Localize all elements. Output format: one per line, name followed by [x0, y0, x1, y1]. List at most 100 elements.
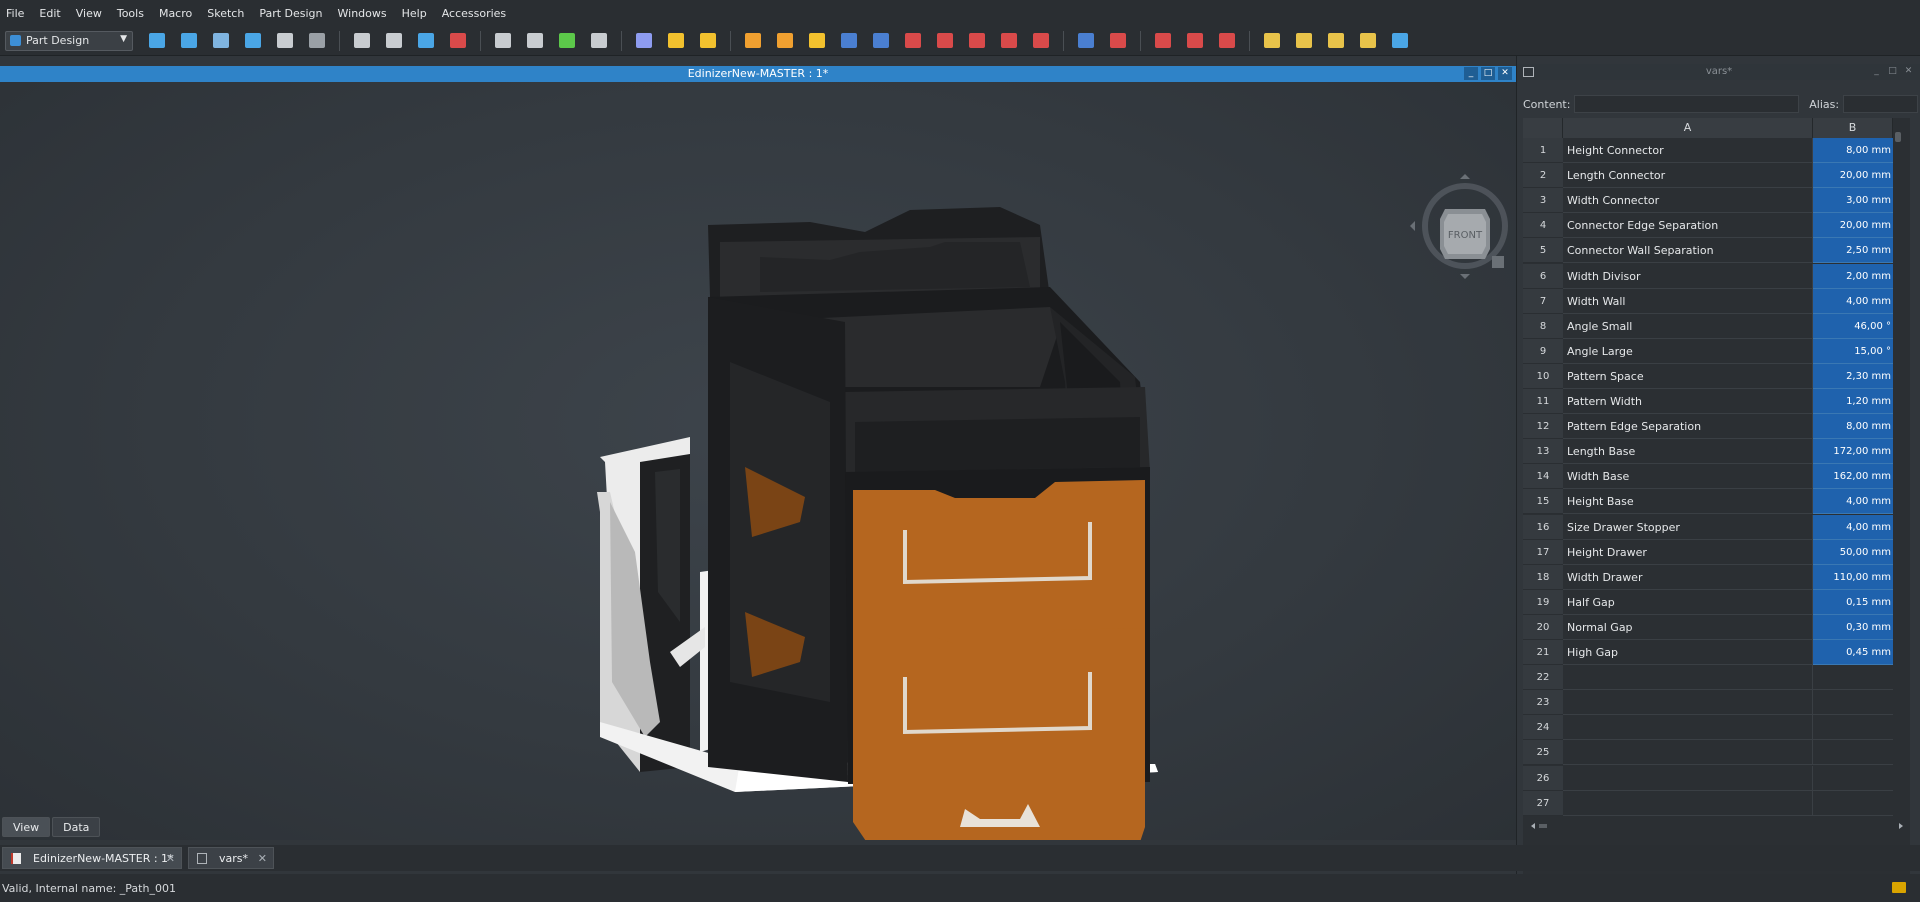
cell-b[interactable]: 2,30 mm — [1813, 363, 1893, 389]
cell-a[interactable]: Pattern Edge Separation — [1563, 414, 1813, 440]
row-header[interactable]: 4 — [1523, 213, 1563, 239]
cell-a[interactable]: Size Drawer Stopper — [1563, 514, 1813, 540]
toolbar-button-2[interactable] — [178, 30, 200, 52]
corner-header[interactable] — [1523, 118, 1563, 138]
toolbar-button-13[interactable] — [556, 30, 578, 52]
toolbar-button-24[interactable] — [934, 30, 956, 52]
cell-a[interactable]: Height Connector — [1563, 138, 1813, 163]
row-header[interactable]: 16 — [1523, 514, 1563, 540]
doc-tab-master[interactable]: EdinizerNew-MASTER : 1* ✕ — [2, 847, 182, 869]
row-header[interactable]: 18 — [1523, 564, 1563, 590]
horizontal-scrollbar[interactable] — [1527, 821, 1907, 831]
minimize-button[interactable]: _ — [1464, 67, 1478, 80]
toolbar-button-27[interactable] — [1030, 30, 1052, 52]
maximize-button[interactable]: □ — [1886, 65, 1899, 78]
menu-view[interactable]: View — [76, 7, 102, 20]
alias-input[interactable] — [1843, 95, 1918, 113]
row-header[interactable]: 14 — [1523, 464, 1563, 490]
cell-b[interactable]: 0,45 mm — [1813, 640, 1893, 665]
cell-b[interactable]: 2,50 mm — [1813, 238, 1893, 264]
cell-a[interactable] — [1563, 790, 1813, 816]
cell-a[interactable]: Normal Gap — [1563, 614, 1813, 640]
column-header-b[interactable]: B — [1813, 118, 1893, 138]
row-header[interactable]: 12 — [1523, 414, 1563, 440]
toolbar-button-20[interactable] — [806, 30, 828, 52]
row-header[interactable]: 24 — [1523, 715, 1563, 741]
cell-b[interactable]: 0,30 mm — [1813, 614, 1893, 640]
cell-b[interactable]: 20,00 mm — [1813, 213, 1893, 239]
toolbar-button-1[interactable] — [146, 30, 168, 52]
toolbar-button-35[interactable] — [1325, 30, 1347, 52]
toolbar-button-8[interactable] — [383, 30, 405, 52]
row-header[interactable]: 19 — [1523, 589, 1563, 615]
column-header-a[interactable]: A — [1563, 118, 1813, 138]
menu-file[interactable]: File — [6, 7, 24, 20]
cell-a[interactable] — [1563, 665, 1813, 691]
tab-view[interactable]: View — [2, 817, 51, 837]
row-header[interactable]: 1 — [1523, 138, 1563, 163]
cell-a[interactable]: Height Drawer — [1563, 539, 1813, 565]
row-header[interactable]: 11 — [1523, 389, 1563, 414]
cell-b[interactable]: 8,00 mm — [1813, 138, 1893, 163]
cell-b[interactable] — [1813, 665, 1893, 691]
row-header[interactable]: 21 — [1523, 640, 1563, 665]
toolbar-button-18[interactable] — [742, 30, 764, 52]
cell-a[interactable]: Pattern Space — [1563, 363, 1813, 389]
menu-help[interactable]: Help — [402, 7, 427, 20]
cell-a[interactable]: Width Connector — [1563, 188, 1813, 214]
toolbar-button-6[interactable] — [306, 30, 328, 52]
toolbar-button-14[interactable] — [588, 30, 610, 52]
toolbar-button-16[interactable] — [665, 30, 687, 52]
tab-data[interactable]: Data — [52, 817, 101, 837]
vertical-scrollbar[interactable] — [1893, 118, 1903, 818]
toolbar-button-31[interactable] — [1184, 30, 1206, 52]
cell-a[interactable]: Length Base — [1563, 439, 1813, 465]
toolbar-button-3[interactable] — [210, 30, 232, 52]
cell-b[interactable]: 162,00 mm — [1813, 464, 1893, 490]
cell-b[interactable] — [1813, 740, 1893, 766]
toolbar-button-15[interactable] — [633, 30, 655, 52]
cell-b[interactable]: 4,00 mm — [1813, 288, 1893, 314]
cell-a[interactable]: Length Connector — [1563, 163, 1813, 189]
toolbar-button-37[interactable] — [1389, 30, 1411, 52]
toolbar-button-32[interactable] — [1216, 30, 1238, 52]
menu-tools[interactable]: Tools — [117, 7, 144, 20]
row-header[interactable]: 6 — [1523, 263, 1563, 289]
cell-a[interactable] — [1563, 765, 1813, 791]
row-header[interactable]: 26 — [1523, 765, 1563, 791]
cell-a[interactable]: Pattern Width — [1563, 389, 1813, 414]
row-header[interactable]: 2 — [1523, 163, 1563, 189]
toolbar-button-34[interactable] — [1293, 30, 1315, 52]
cell-b[interactable]: 3,00 mm — [1813, 188, 1893, 214]
row-header[interactable]: 17 — [1523, 539, 1563, 565]
cell-a[interactable]: Half Gap — [1563, 589, 1813, 615]
menu-windows[interactable]: Windows — [338, 7, 387, 20]
cell-b[interactable]: 4,00 mm — [1813, 514, 1893, 540]
toolbar-button-29[interactable] — [1107, 30, 1129, 52]
maximize-button[interactable]: □ — [1481, 67, 1495, 80]
cell-b[interactable]: 15,00 ° — [1813, 338, 1893, 364]
minimize-button[interactable]: _ — [1870, 65, 1883, 78]
workbench-selector[interactable]: Part Design ▼ — [5, 30, 133, 51]
cell-a[interactable]: High Gap — [1563, 640, 1813, 665]
toolbar-button-21[interactable] — [838, 30, 860, 52]
toolbar-button-26[interactable] — [998, 30, 1020, 52]
row-header[interactable]: 13 — [1523, 439, 1563, 465]
cell-b[interactable]: 0,15 mm — [1813, 589, 1893, 615]
row-header[interactable]: 9 — [1523, 338, 1563, 364]
cell-b[interactable]: 50,00 mm — [1813, 539, 1893, 565]
menu-accessories[interactable]: Accessories — [442, 7, 506, 20]
row-header[interactable]: 23 — [1523, 690, 1563, 716]
cell-a[interactable]: Width Base — [1563, 464, 1813, 490]
cell-b[interactable]: 110,00 mm — [1813, 564, 1893, 590]
menu-edit[interactable]: Edit — [39, 7, 60, 20]
row-header[interactable]: 15 — [1523, 489, 1563, 515]
toolbar-button-4[interactable] — [242, 30, 264, 52]
3d-viewport[interactable]: FRONT z x y — [0, 82, 1516, 840]
menu-part-design[interactable]: Part Design — [259, 7, 322, 20]
toolbar-button-25[interactable] — [966, 30, 988, 52]
doc-tab-vars[interactable]: vars* ✕ — [188, 847, 274, 869]
cell-b[interactable]: 1,20 mm — [1813, 389, 1893, 414]
cell-b[interactable]: 4,00 mm — [1813, 489, 1893, 515]
cell-a[interactable]: Connector Wall Separation — [1563, 238, 1813, 264]
